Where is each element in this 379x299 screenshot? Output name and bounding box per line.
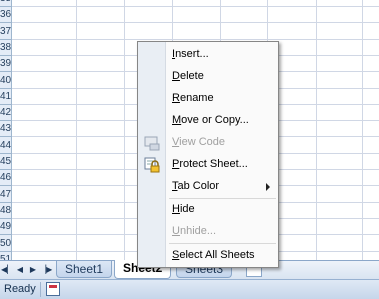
grid-column-line bbox=[124, 0, 125, 260]
status-bar: Ready bbox=[0, 279, 379, 299]
row-header[interactable]: 50 bbox=[0, 236, 11, 252]
grid-row-line bbox=[12, 39, 379, 40]
submenu-arrow-icon bbox=[266, 183, 270, 191]
menu-item-select-all-sheets[interactable]: Select All Sheets bbox=[138, 245, 278, 267]
sheet-context-menu: Insert... Delete Rename Move or Copy... View… bbox=[137, 41, 279, 268]
next-sheet-button[interactable]: ▶ bbox=[27, 263, 39, 276]
menu-item-label: Protect Sheet... bbox=[172, 158, 248, 170]
previous-sheet-button[interactable]: ◀ bbox=[14, 263, 26, 276]
row-header[interactable]: 43 bbox=[0, 121, 11, 137]
grid-column-line bbox=[362, 0, 363, 260]
grid-column-line bbox=[316, 0, 317, 260]
menu-item-label: Delete bbox=[172, 70, 204, 82]
row-header[interactable]: 51 bbox=[0, 252, 11, 260]
row-header[interactable]: 44 bbox=[0, 138, 11, 154]
menu-item-label: Hide bbox=[172, 203, 195, 215]
row-header[interactable]: 47 bbox=[0, 187, 11, 203]
view-code-icon bbox=[144, 135, 160, 151]
macro-record-icon[interactable] bbox=[46, 282, 60, 296]
row-header[interactable]: 40 bbox=[0, 73, 11, 89]
lock-sheet-icon bbox=[144, 157, 160, 173]
menu-item-tab-color[interactable]: Tab Color bbox=[138, 176, 278, 198]
menu-item-label: Unhide... bbox=[172, 225, 217, 237]
status-divider bbox=[40, 282, 41, 297]
menu-item-label: Select All Sheets bbox=[172, 249, 255, 261]
menu-separator bbox=[169, 243, 276, 244]
menu-item-hide[interactable]: Hide bbox=[138, 199, 278, 221]
menu-item-label: Move or Copy... bbox=[172, 114, 249, 126]
row-header[interactable]: 36 bbox=[0, 7, 11, 23]
row-header[interactable]: 37 bbox=[0, 24, 11, 40]
row-header[interactable]: 35 bbox=[0, 0, 11, 7]
menu-item-rename[interactable]: Rename bbox=[138, 88, 278, 110]
menu-item-label: Rename bbox=[172, 92, 214, 104]
grid-column-line bbox=[76, 0, 77, 260]
row-header[interactable]: 49 bbox=[0, 219, 11, 235]
row-header[interactable]: 38 bbox=[0, 40, 11, 56]
row-header[interactable]: 42 bbox=[0, 105, 11, 121]
grid-row-line bbox=[12, 6, 379, 7]
row-headers: 3536373839404142434445464748495051 bbox=[0, 0, 12, 260]
menu-item-unhide[interactable]: Unhide... bbox=[138, 221, 278, 243]
row-header[interactable]: 39 bbox=[0, 56, 11, 72]
last-sheet-button[interactable]: ▕▶ bbox=[40, 263, 52, 276]
menu-item-label: View Code bbox=[172, 136, 225, 148]
first-sheet-button[interactable]: ◀▏ bbox=[1, 263, 13, 276]
menu-item-move-or-copy[interactable]: Move or Copy... bbox=[138, 110, 278, 132]
menu-separator bbox=[169, 198, 276, 199]
status-text: Ready bbox=[4, 283, 36, 295]
menu-item-view-code[interactable]: View Code bbox=[138, 132, 278, 154]
menu-item-label: Insert... bbox=[172, 48, 209, 60]
menu-item-insert[interactable]: Insert... bbox=[138, 44, 278, 66]
row-header[interactable]: 48 bbox=[0, 203, 11, 219]
menu-item-protect-sheet[interactable]: Protect Sheet... bbox=[138, 154, 278, 176]
grid-row-line bbox=[12, 22, 379, 23]
row-header[interactable]: 41 bbox=[0, 89, 11, 105]
row-header[interactable]: 45 bbox=[0, 154, 11, 170]
menu-item-delete[interactable]: Delete bbox=[138, 66, 278, 88]
menu-item-label: Tab Color bbox=[172, 180, 220, 192]
tab-sheet1[interactable]: Sheet1 bbox=[56, 261, 113, 278]
row-header[interactable]: 46 bbox=[0, 170, 11, 186]
